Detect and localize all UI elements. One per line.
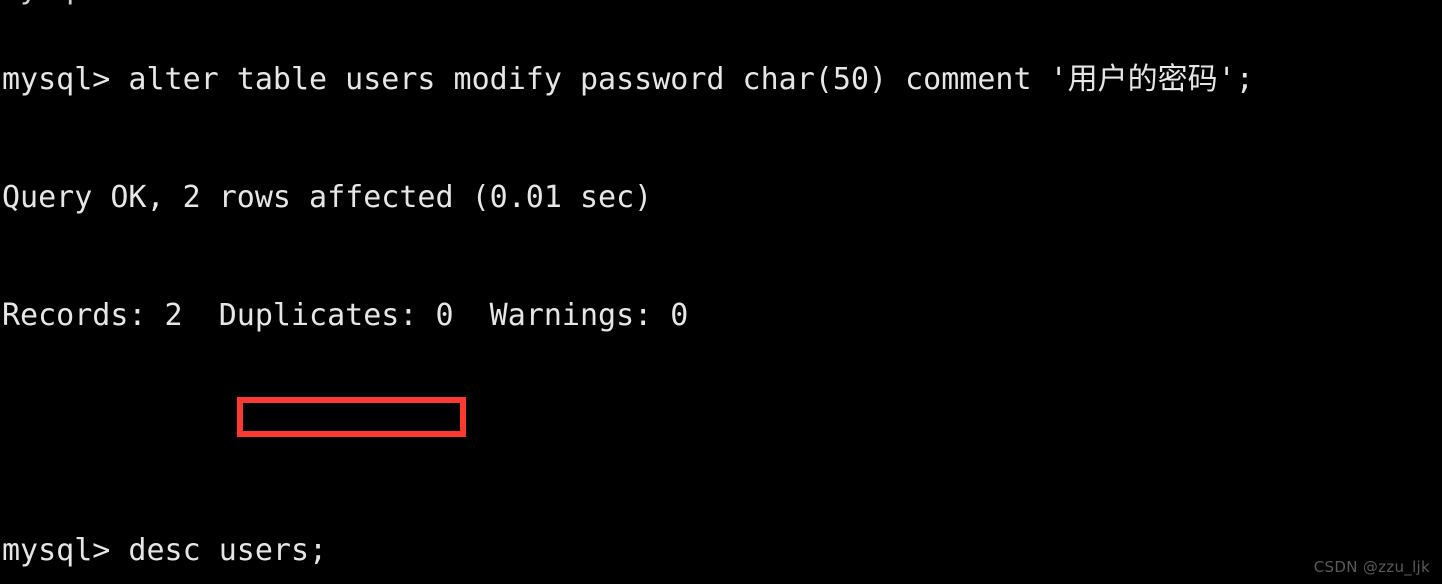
command-line-alter: mysql> alter table users modify password… bbox=[2, 62, 1254, 98]
terminal-window[interactable]: mysql> mysql> alter table users modify p… bbox=[0, 0, 1442, 584]
csdn-watermark: CSDN @zzu_ljk bbox=[1313, 558, 1430, 576]
result-query-ok: Query OK, 2 rows affected (0.01 sec) bbox=[2, 180, 653, 215]
command-line-desc: mysql> desc users; bbox=[2, 532, 328, 568]
result-records: Records: 2 Duplicates: 0 Warnings: 0 bbox=[2, 297, 689, 333]
terminal-output[interactable]: mysql> alter table users modify password… bbox=[2, 0, 1254, 584]
